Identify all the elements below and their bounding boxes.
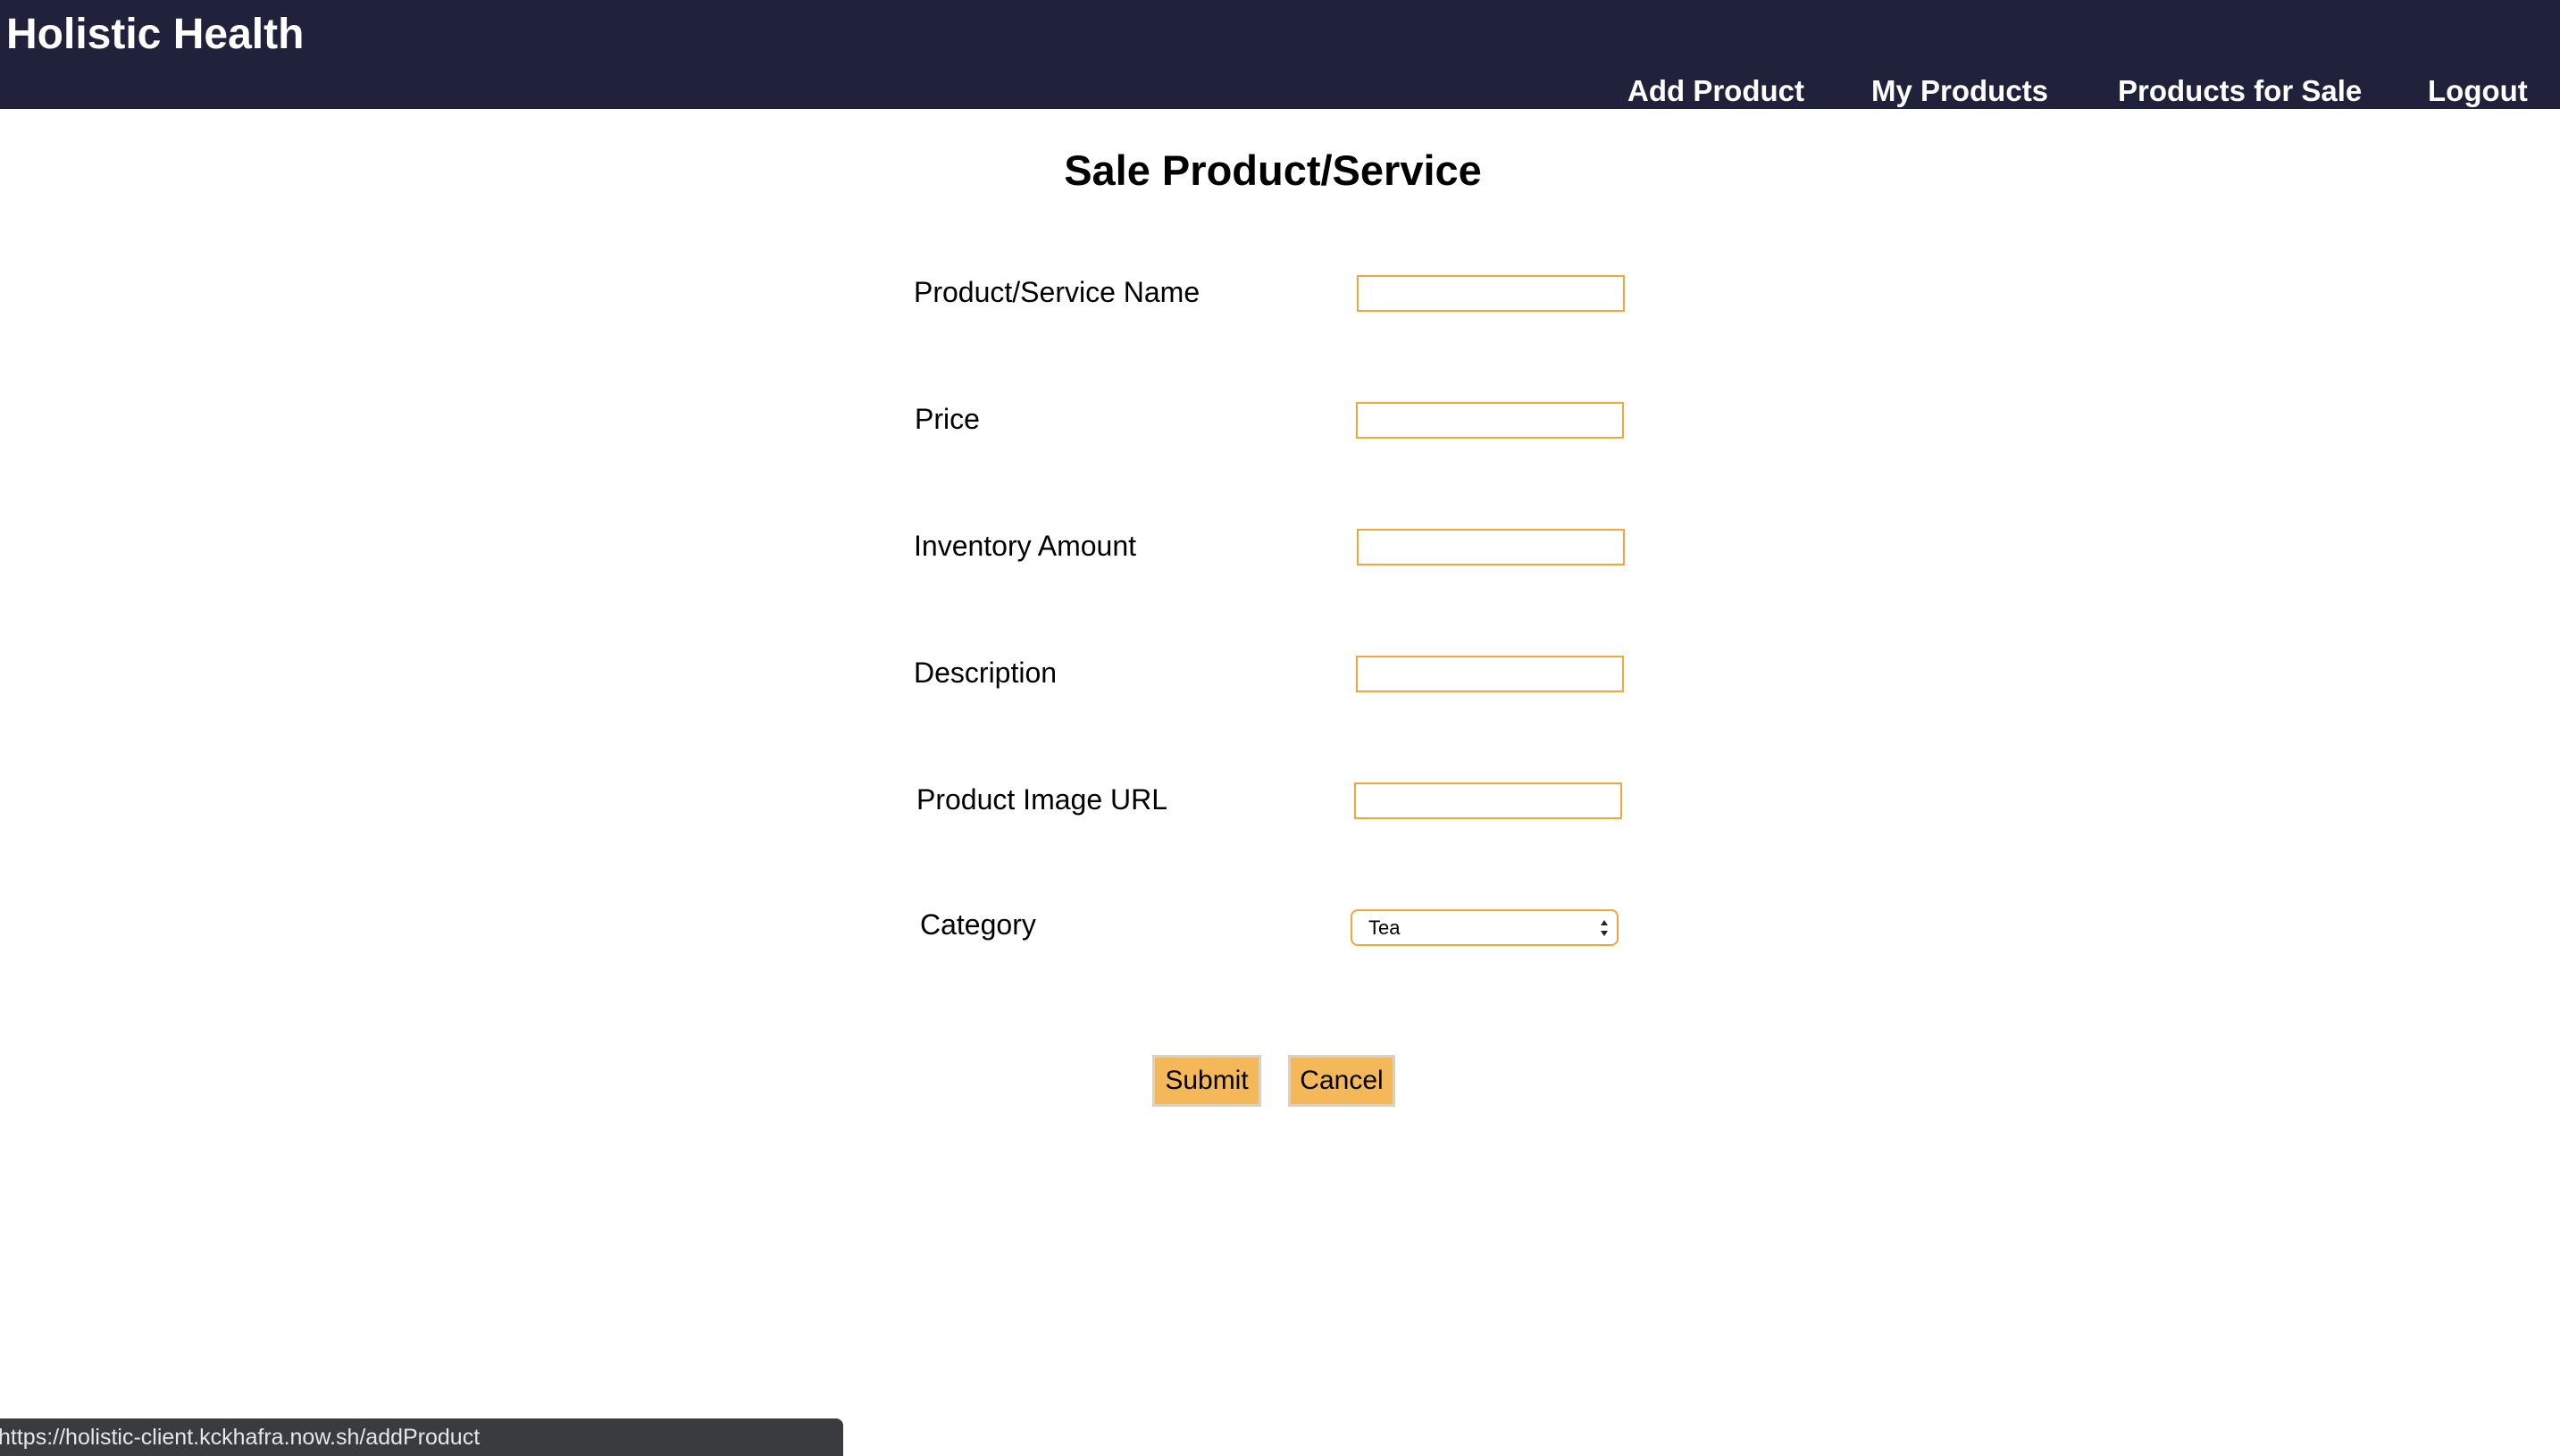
top-navbar: Holistic Health Add Product My Products … [0, 0, 2560, 109]
price-input[interactable] [1356, 402, 1624, 439]
category-label: Category [920, 908, 1036, 941]
product-name-input[interactable] [1357, 275, 1625, 312]
description-label: Description [914, 657, 1058, 689]
inventory-amount-label: Inventory Amount [914, 530, 1137, 562]
description-input[interactable] [1356, 656, 1624, 692]
product-name-label: Product/Service Name [914, 276, 1201, 308]
category-selected-value: Tea [1368, 916, 1401, 939]
product-image-url-label: Product Image URL [916, 783, 1168, 816]
category-select[interactable]: Tea [1351, 909, 1619, 946]
inventory-amount-input[interactable] [1357, 529, 1625, 565]
updown-arrows-icon [1601, 920, 1608, 936]
status-url: https://holistic-client.kckhafra.now.sh/… [0, 1425, 481, 1450]
nav-my-products[interactable]: My Products [1871, 73, 2048, 109]
price-label: Price [915, 403, 980, 435]
brand-title[interactable]: Holistic Health [6, 9, 304, 61]
nav-products-for-sale[interactable]: Products for Sale [2118, 73, 2362, 109]
nav-logout[interactable]: Logout [2428, 73, 2528, 109]
cancel-button[interactable]: Cancel [1288, 1055, 1395, 1107]
page-title: Sale Product/Service [1064, 146, 1482, 194]
product-image-url-input[interactable] [1354, 782, 1622, 819]
browser-status-bar: https://holistic-client.kckhafra.now.sh/… [0, 1418, 843, 1456]
nav-add-product[interactable]: Add Product [1627, 73, 1804, 109]
submit-button[interactable]: Submit [1152, 1055, 1261, 1107]
